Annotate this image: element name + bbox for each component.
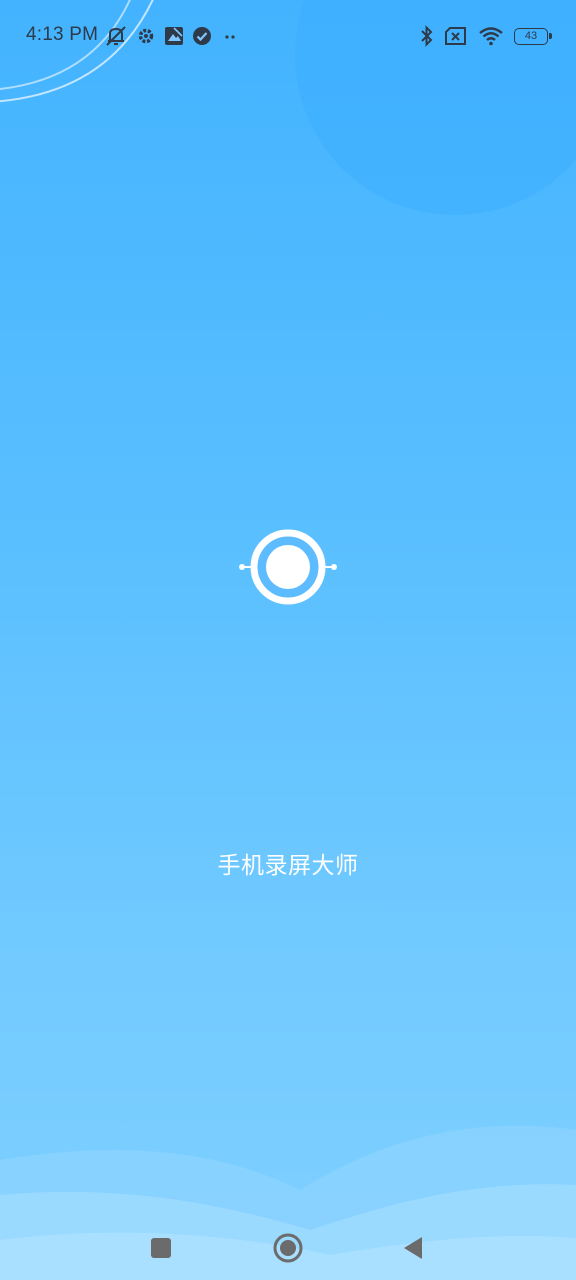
no-sim-icon	[444, 26, 468, 46]
battery-outline: 43	[514, 27, 552, 45]
background-decoration	[0, 0, 576, 1280]
home-button[interactable]	[268, 1228, 308, 1268]
status-bar: 4:13 PM 43	[0, 0, 576, 72]
more-dots-icon	[220, 26, 240, 46]
wifi-icon	[478, 26, 504, 46]
navigation-bar	[0, 1210, 576, 1280]
back-button[interactable]	[393, 1228, 433, 1268]
app-name: 手机录屏大师	[217, 853, 359, 879]
home-circle-icon	[272, 1232, 304, 1264]
settings-icon	[136, 26, 156, 46]
recents-square-icon	[150, 1237, 172, 1259]
check-circle-icon	[192, 26, 212, 46]
battery-icon: 43	[514, 27, 552, 45]
notification-muted-icon	[104, 25, 128, 47]
status-time: 4:13 PM	[26, 24, 99, 45]
status-right-icons: 43	[420, 23, 552, 49]
record-button-icon	[238, 527, 338, 607]
back-triangle-icon	[402, 1236, 424, 1260]
recents-button[interactable]	[141, 1228, 181, 1268]
photo-icon	[164, 26, 184, 46]
status-left-icons	[104, 24, 240, 48]
bluetooth-icon	[420, 25, 434, 47]
battery-level: 43	[524, 29, 538, 42]
